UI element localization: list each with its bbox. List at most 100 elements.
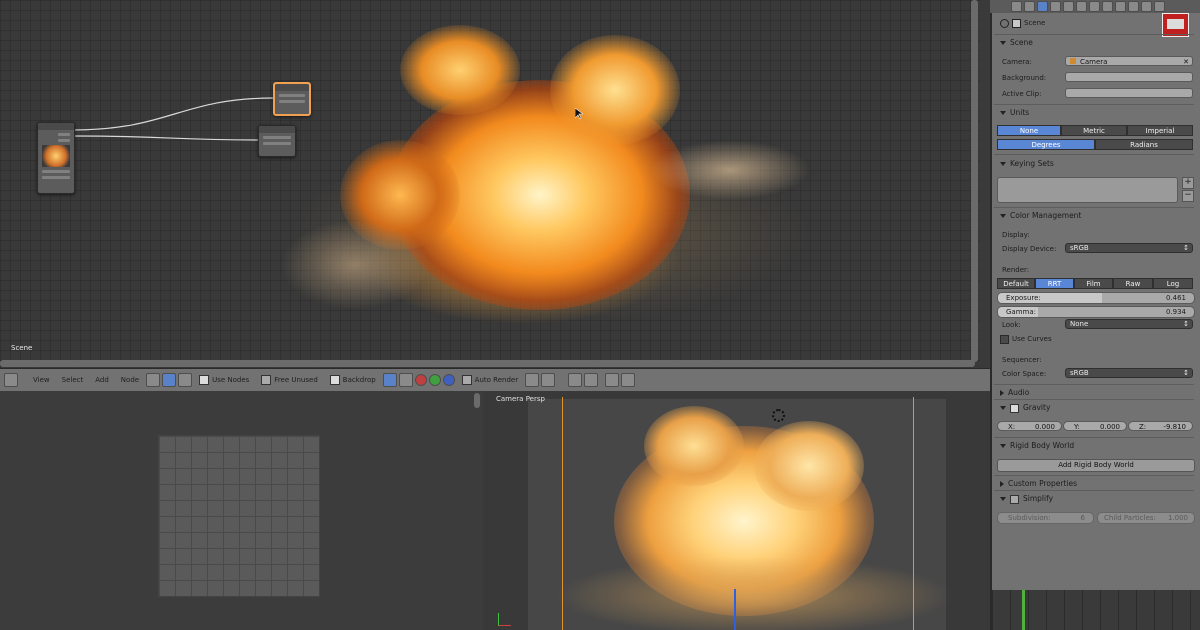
add-keying-set-button[interactable]: + [1182,177,1194,189]
gravity-x-field[interactable]: X: 0.000 [997,421,1062,431]
keying-sets-list[interactable] [997,177,1178,203]
view-log[interactable]: Log [1153,278,1193,289]
display-device-dropdown[interactable]: sRGB ↕ [1065,243,1193,253]
active-clip-label: Active Clip: [1002,90,1042,98]
blue-channel-icon[interactable] [442,374,455,386]
active-clip-field[interactable] [1065,88,1193,98]
gravity-y-label: Y: [1074,423,1080,431]
gravity-panel-header[interactable]: Gravity [1000,403,1050,413]
units-panel-header[interactable]: Units [1000,108,1029,117]
auto-render-label: Auto Render [474,376,519,384]
render-layers-tab-icon[interactable] [1024,1,1035,12]
current-frame-marker[interactable] [1022,590,1025,630]
red-channel-icon[interactable] [414,374,427,386]
manipulator-icon[interactable] [734,589,736,630]
look-dropdown[interactable]: None ↕ [1065,319,1193,329]
render-layers-node[interactable] [37,122,75,194]
gamma-value: 0.934 [1165,308,1186,316]
texture-nodes-icon[interactable] [178,373,193,387]
pin-icon[interactable] [1000,19,1009,28]
texture-tab-icon[interactable] [1128,1,1139,12]
refresh-icon[interactable] [541,373,556,387]
free-unused-toggle[interactable]: Free Unused [261,375,318,385]
horizontal-scrollbar[interactable] [0,360,975,367]
material-tab-icon[interactable] [1115,1,1126,12]
physics-tab-icon[interactable] [1154,1,1165,12]
viewer-node[interactable] [273,82,311,116]
light-icon[interactable] [772,409,785,422]
simplify-panel-header[interactable]: Simplify [1000,494,1053,504]
auto-render-checkbox[interactable] [461,375,472,385]
compositing-nodes-icon[interactable] [162,373,177,387]
backdrop-channels-icon[interactable] [382,373,397,387]
snap-node-icon[interactable] [584,373,599,387]
paste-icon[interactable] [621,373,636,387]
exposure-slider[interactable]: Exposure: 0.461 [997,292,1195,304]
simplify-title: Simplify [1023,494,1054,503]
constraints-tab-icon[interactable] [1076,1,1087,12]
clear-icon[interactable]: ✕ [1183,57,1189,67]
custom-properties-panel-header[interactable]: Custom Properties [1000,479,1077,488]
view-raw[interactable]: Raw [1113,278,1153,289]
color-management-panel-header[interactable]: Color Management [1000,211,1081,220]
use-nodes-toggle[interactable]: Use Nodes [199,375,249,385]
editor-type-icon[interactable] [4,373,18,387]
subdivision-field[interactable]: Subdivision: 6 [997,512,1094,524]
add-rigid-body-world-button[interactable]: Add Rigid Body World [997,459,1195,472]
snap-icon[interactable] [568,373,583,387]
object-tab-icon[interactable] [1063,1,1074,12]
backdrop-checkbox[interactable] [329,375,340,385]
pin-icon[interactable] [525,373,540,387]
use-curves-checkbox[interactable] [1000,335,1009,344]
child-particles-field[interactable]: Child Particles: 1.000 [1097,512,1195,524]
background-field[interactable] [1065,72,1193,82]
world-tab-icon[interactable] [1050,1,1061,12]
menu-view[interactable]: View [33,376,50,384]
unit-system-metric[interactable]: Metric [1061,125,1127,136]
scene-tab-icon[interactable] [1037,1,1048,12]
particles-tab-icon[interactable] [1141,1,1152,12]
remove-keying-set-button[interactable]: − [1182,190,1194,202]
rigid-body-world-panel-header[interactable]: Rigid Body World [1000,441,1074,450]
auto-render-toggle[interactable]: Auto Render [461,375,519,385]
scene-panel-header[interactable]: Scene [1000,38,1033,47]
backdrop-toggle[interactable]: Backdrop [329,375,376,385]
menu-select[interactable]: Select [62,376,84,384]
rotation-radians[interactable]: Radians [1095,139,1193,150]
gravity-checkbox[interactable] [1010,403,1019,413]
menu-node[interactable]: Node [121,376,139,384]
view-film[interactable]: Film [1074,278,1113,289]
image-editor-scrollbar[interactable] [474,393,480,408]
copy-icon[interactable] [605,373,620,387]
camera-field[interactable]: Camera ✕ [1065,56,1193,66]
gamma-slider[interactable]: Gamma: 0.934 [997,306,1195,318]
use-nodes-checkbox[interactable] [199,375,210,385]
render-tab-icon[interactable] [1011,1,1022,12]
green-channel-icon[interactable] [428,374,441,386]
rotation-degrees[interactable]: Degrees [997,139,1095,150]
modifiers-tab-icon[interactable] [1089,1,1100,12]
child-particles-value: 1.000 [1167,514,1188,522]
3d-viewport[interactable]: Camera Persp [484,391,990,630]
timeline-editor[interactable] [990,590,1200,630]
unit-system-none[interactable]: None [997,125,1061,136]
shader-nodes-icon[interactable] [146,373,161,387]
alpha-channel-icon[interactable] [398,373,413,387]
simplify-checkbox[interactable] [1010,494,1019,504]
menu-add[interactable]: Add [95,376,109,384]
free-unused-checkbox[interactable] [261,375,272,385]
color-space-dropdown[interactable]: sRGB ↕ [1065,368,1193,378]
unit-system-imperial[interactable]: Imperial [1127,125,1193,136]
properties-context-tabs [990,0,1200,13]
node-editor[interactable]: Scene [0,0,980,368]
view-default[interactable]: Default [997,278,1035,289]
gravity-y-field[interactable]: Y: 0.000 [1063,421,1127,431]
data-tab-icon[interactable] [1102,1,1113,12]
view-rrt[interactable]: RRT [1035,278,1074,289]
audio-panel-header[interactable]: Audio [1000,388,1029,397]
vertical-scrollbar[interactable] [971,0,978,362]
keying-sets-panel-header[interactable]: Keying Sets [1000,159,1054,168]
axis-widget-icon [498,613,511,626]
composite-node[interactable] [258,125,296,157]
gravity-z-field[interactable]: Z: -9.810 [1128,421,1193,431]
